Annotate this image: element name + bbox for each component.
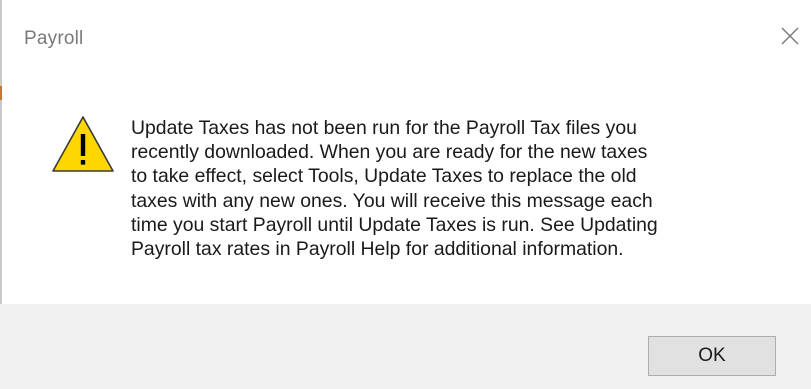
message-line: to take effect, select Tools, Update Tax… <box>131 165 637 188</box>
dialog-message: Update Taxes has not been run for the Pa… <box>131 116 791 261</box>
close-button[interactable] <box>772 18 808 54</box>
message-line: taxes with any new ones. You will receiv… <box>131 189 653 212</box>
message-line: Payroll tax rates in Payroll Help for ad… <box>131 238 624 261</box>
message-line: time you start Payroll until Update Taxe… <box>131 213 658 236</box>
payroll-dialog: Payroll Update Taxes has not been run fo… <box>0 0 811 389</box>
close-icon <box>781 27 799 45</box>
window-title: Payroll <box>24 28 84 49</box>
title-bar[interactable]: Payroll <box>0 0 811 82</box>
message-line: recently downloaded. When you are ready … <box>131 141 648 164</box>
warning-icon <box>52 116 114 172</box>
ok-button[interactable]: OK <box>648 336 776 376</box>
window-edge-accent <box>0 86 2 100</box>
message-line: Update Taxes has not been run for the Pa… <box>131 117 637 139</box>
